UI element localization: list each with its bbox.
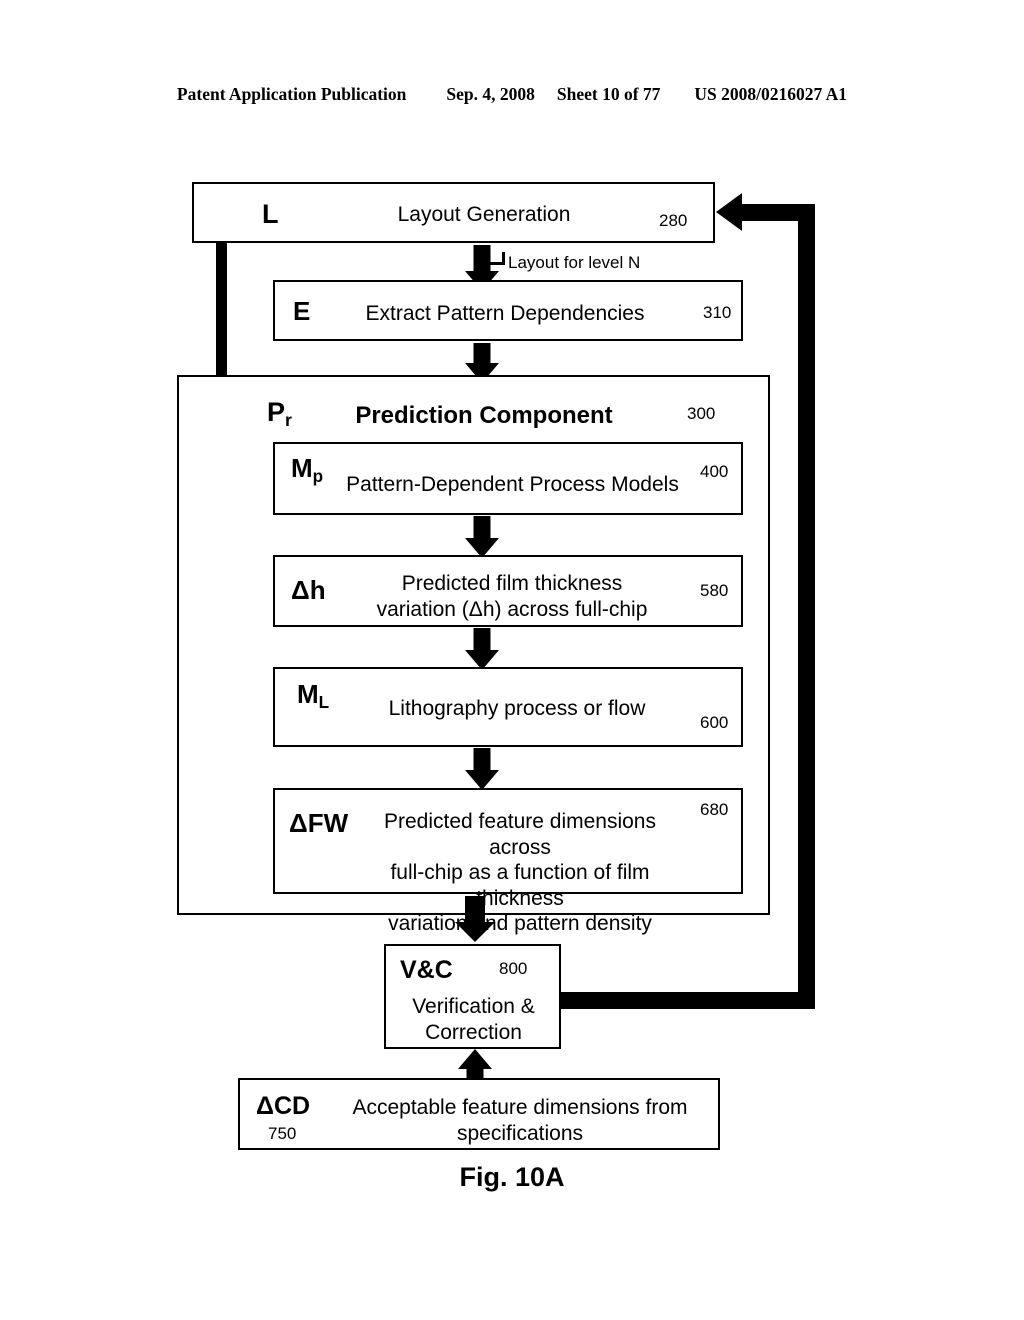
layout-generation-ref: 280 [659,211,688,230]
verification-tag: V&C [400,956,453,984]
arrow-specs-to-verification [447,1049,503,1081]
acceptable-dimensions-title: Acceptable feature dimensions from speci… [352,1096,688,1145]
extract-pattern-box[interactable]: E Extract Pattern Dependencies 310 [273,280,743,341]
feature-dimensions-box[interactable]: ΔFW Predicted feature dimensions across … [273,788,743,935]
lithography-title: Lithography process or flow [388,697,646,720]
arrow-thickness-to-litho [455,628,509,670]
film-thickness-ref: 580 [700,581,729,600]
process-models-tag: Mp [291,453,324,486]
page-header: Patent Application Publication Sep. 4, 2… [0,84,1024,105]
figure-caption: Fig. 10A [459,1162,565,1192]
arrow-features-to-verification [445,896,505,944]
verification-box[interactable]: V&C 800 Verification & Correction [384,944,561,1049]
layout-level-n-leader-tick [502,252,505,265]
layout-generation-box[interactable]: L Layout Generation 280 [192,182,715,243]
prediction-component-ref: 300 [687,404,716,423]
extract-pattern-ref: 310 [703,303,732,322]
film-thickness-tag: Δh [291,575,326,605]
publication-label: Patent Application Publication [176,84,407,104]
acceptable-dimensions-ref: 750 [268,1124,297,1143]
verification-title: Verification & Correction [412,995,535,1044]
extract-pattern-tag: E [293,296,311,326]
layout-generation-tag: L [262,199,279,229]
prediction-component-title: Prediction Component [355,402,613,429]
acceptable-dimensions-box[interactable]: ΔCD 750 Acceptable feature dimensions fr… [238,1078,720,1150]
verification-ref: 800 [499,959,528,978]
feedback-line-bottom [560,992,815,1009]
process-models-box[interactable]: Mp Pattern-Dependent Process Models 400 [273,442,743,515]
film-thickness-box[interactable]: Δh Predicted film thickness variation (Δ… [273,555,743,627]
arrow-models-to-thickness [455,516,509,558]
feature-dimensions-ref: 680 [700,800,729,819]
lithography-ref: 600 [700,713,729,732]
publication-date: Sep. 4, 2008 [446,84,535,104]
feedback-line-right [798,204,815,1009]
film-thickness-title: Predicted film thickness variation (Δh) … [376,572,648,621]
layout-level-n-label: Layout for level N [508,253,641,272]
arrow-litho-to-features [455,748,509,790]
process-models-ref: 400 [700,462,729,481]
prediction-component-tag: Pr [267,397,292,430]
extract-pattern-title: Extract Pattern Dependencies [365,302,645,325]
feedback-arrowhead [716,193,742,231]
patent-number: US 2008/0216027 A1 [694,84,848,104]
lithography-box[interactable]: ML Lithography process or flow 600 [273,667,743,747]
lithography-tag: ML [297,679,330,712]
process-models-title: Pattern-Dependent Process Models [346,473,679,496]
acceptable-dimensions-tag: ΔCD [256,1092,311,1120]
sheet-number: Sheet 10 of 77 [556,84,661,104]
layout-generation-title: Layout Generation [397,203,571,226]
feature-dimensions-title: Predicted feature dimensions across full… [384,810,656,936]
feature-dimensions-tag: ΔFW [289,808,349,838]
feedback-line-top [742,204,804,221]
